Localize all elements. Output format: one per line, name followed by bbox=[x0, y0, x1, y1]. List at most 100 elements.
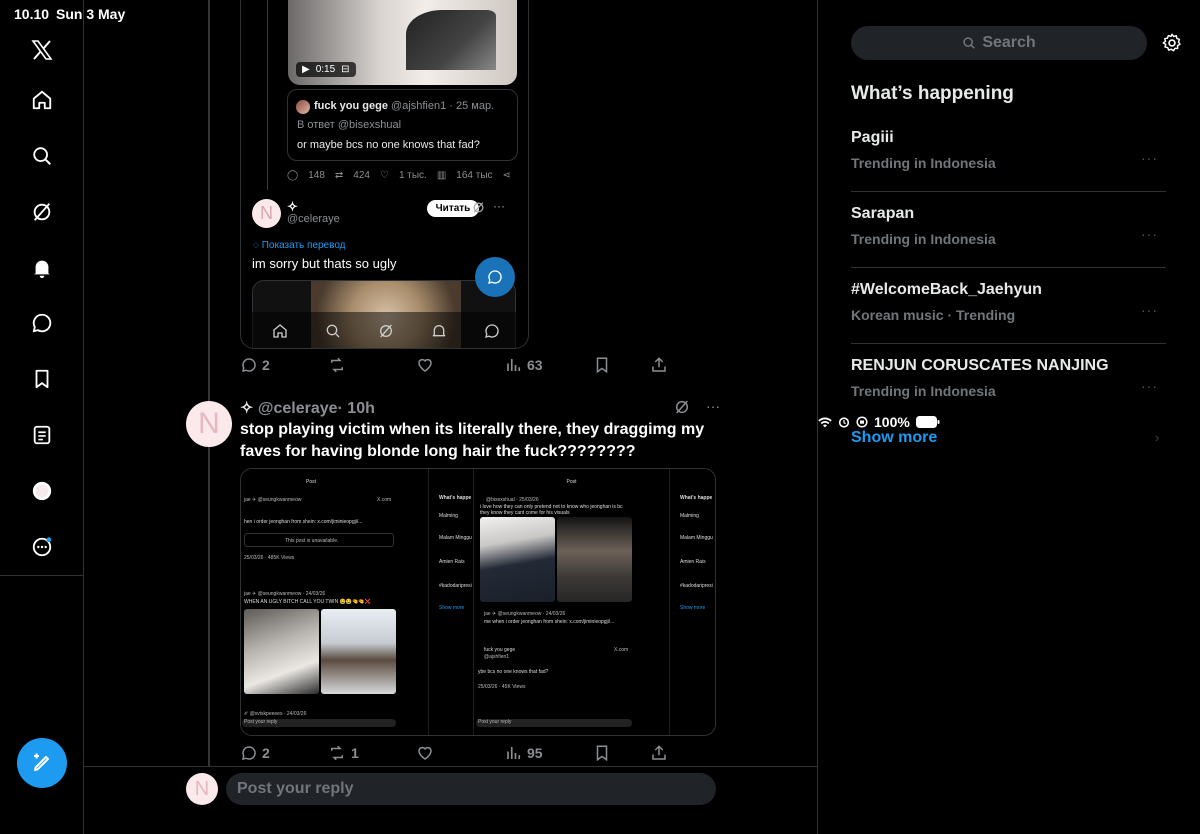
thread-line bbox=[208, 0, 210, 766]
bookmark-button[interactable] bbox=[593, 356, 611, 374]
nav-divider bbox=[0, 575, 84, 576]
profile-icon[interactable] bbox=[26, 475, 58, 507]
trend-item[interactable]: #WelcomeBack_Jaehyun Korean music · Tren… bbox=[851, 268, 1166, 344]
tweet2-media[interactable]: Post X.com jae ✈ @seungkwanmeow hen i or… bbox=[240, 468, 716, 736]
tweet2-time[interactable]: · 10h bbox=[338, 400, 375, 417]
media-shot-right: What's happe Malming Malam Minggu Amien … bbox=[670, 469, 715, 735]
repost-button[interactable]: 1 bbox=[327, 744, 359, 762]
reply-icon bbox=[241, 358, 256, 373]
inner-compose-fab bbox=[475, 257, 515, 297]
show-more-link[interactable]: Show more bbox=[851, 429, 937, 447]
media-photo bbox=[244, 609, 319, 694]
more-options-icon[interactable]: ··· bbox=[1141, 150, 1158, 166]
home-icon[interactable] bbox=[26, 84, 58, 116]
notifications-icon[interactable] bbox=[26, 252, 58, 284]
like-icon: ♡ bbox=[379, 170, 389, 181]
reply-icon: ◯ bbox=[287, 170, 299, 181]
gear-icon bbox=[1162, 33, 1181, 52]
compose-button[interactable] bbox=[17, 738, 67, 788]
avatar bbox=[296, 100, 310, 114]
media-shot-sidebar: What's happe Malming Malam Minggu Amien … bbox=[429, 469, 474, 735]
repost-icon: ⇄ bbox=[334, 170, 344, 181]
more-options-icon[interactable]: ··· bbox=[1141, 378, 1158, 394]
play-icon: ▶ bbox=[302, 64, 310, 75]
more-options-icon[interactable]: ··· bbox=[1141, 302, 1158, 318]
section-title: What’s happening bbox=[851, 83, 1014, 104]
reply-button[interactable]: 2 bbox=[240, 356, 270, 374]
grok-icon[interactable] bbox=[26, 196, 58, 228]
views-icon bbox=[507, 359, 521, 371]
chevron-right-icon: › bbox=[1155, 430, 1160, 445]
views-button[interactable]: 63 bbox=[505, 356, 543, 374]
repost-button[interactable] bbox=[327, 356, 351, 374]
grok-icon bbox=[473, 202, 484, 213]
inner-video: ▶ 0:15 ⊟ bbox=[288, 0, 517, 85]
x-logo-icon[interactable] bbox=[26, 34, 58, 66]
reply-divider bbox=[84, 766, 818, 767]
message-icon bbox=[488, 270, 502, 284]
inner-quote-card: fuck you gege @ajshfien1 · 25 мар. В отв… bbox=[287, 89, 518, 161]
left-nav bbox=[0, 0, 84, 834]
more-options-icon[interactable]: ··· bbox=[1141, 226, 1158, 242]
trend-item[interactable]: Pagiii Trending in Indonesia ··· bbox=[851, 116, 1166, 192]
share-button[interactable] bbox=[650, 356, 668, 374]
bookmarks-icon[interactable] bbox=[26, 363, 58, 395]
inner-thread-line bbox=[267, 0, 268, 190]
more-options-icon[interactable]: ··· bbox=[706, 399, 720, 415]
avatar[interactable]: N bbox=[186, 401, 232, 447]
lists-icon[interactable] bbox=[26, 419, 58, 451]
share-icon bbox=[652, 357, 666, 372]
search-input[interactable]: Search bbox=[851, 26, 1147, 60]
like-icon bbox=[418, 746, 432, 760]
main-timeline: ▶ 0:15 ⊟ fuck you gege @ajshfien1 · 25 м… bbox=[84, 0, 818, 834]
like-button[interactable] bbox=[416, 356, 438, 374]
tweet2-header-icons: ··· bbox=[674, 399, 720, 415]
video-duration: ▶ 0:15 ⊟ bbox=[296, 62, 356, 77]
media-shot-left: Post X.com jae ✈ @seungkwanmeow hen i or… bbox=[241, 469, 429, 735]
trend-item[interactable]: Sarapan Trending in Indonesia ··· bbox=[851, 192, 1166, 268]
like-icon bbox=[418, 358, 432, 372]
reply-input[interactable] bbox=[226, 773, 716, 805]
tweet1-image[interactable]: ▶ 0:15 ⊟ fuck you gege @ajshfien1 · 25 м… bbox=[240, 0, 529, 349]
captions-icon: ⊟ bbox=[341, 64, 350, 75]
media-photo bbox=[480, 517, 555, 602]
notifications-icon bbox=[432, 324, 445, 336]
inner-stats: ◯ 148 ⇄ 424 ♡ 1 тыс. ▥ 164 тыс ⋖ bbox=[287, 170, 511, 181]
home-icon bbox=[272, 323, 287, 338]
share-button[interactable] bbox=[650, 744, 668, 762]
views-button[interactable]: 95 bbox=[505, 744, 543, 762]
messages-icon[interactable] bbox=[26, 307, 58, 339]
compose-icon bbox=[34, 753, 49, 771]
bookmark-icon bbox=[596, 357, 608, 374]
media-shot-middle: Post @bisexshual · 25/03/26 i love how t… bbox=[474, 469, 670, 735]
share-icon: ⋖ bbox=[502, 170, 511, 181]
trend-item[interactable]: RENJUN CORUSCATES NANJING Trending in In… bbox=[851, 344, 1166, 420]
views-icon bbox=[507, 747, 521, 759]
more-icon[interactable] bbox=[26, 531, 58, 563]
tweet2-handle[interactable]: @celeraye bbox=[258, 400, 338, 417]
messages-icon bbox=[484, 323, 499, 338]
repost-icon bbox=[331, 745, 343, 761]
tweet2-display-name[interactable]: ✧ bbox=[240, 400, 253, 417]
bookmark-button[interactable] bbox=[593, 744, 611, 762]
media-photo bbox=[557, 517, 632, 602]
right-sidebar: Search What’s happening Pagiii Trending … bbox=[818, 0, 1200, 834]
share-icon bbox=[652, 745, 666, 760]
like-button[interactable] bbox=[416, 744, 438, 762]
grok-icon bbox=[379, 324, 392, 337]
inner-tab-bar bbox=[241, 312, 528, 348]
search-icon bbox=[326, 324, 339, 337]
views-icon: ▥ bbox=[436, 170, 447, 181]
settings-button[interactable] bbox=[1161, 32, 1183, 59]
tweet2-text: stop playing victim when its literally t… bbox=[240, 421, 705, 460]
repost-icon bbox=[331, 357, 343, 373]
inner-translate-link: ◌ Показать перевод bbox=[253, 240, 346, 251]
search-icon[interactable] bbox=[26, 140, 58, 172]
reply-icon bbox=[241, 746, 256, 761]
bookmark-icon bbox=[596, 745, 608, 762]
more-options-icon: ··· bbox=[493, 199, 505, 213]
tweet2-header: ✧ @celeraye· 10h bbox=[240, 398, 375, 418]
grok-icon[interactable] bbox=[674, 399, 690, 415]
reply-button[interactable]: 2 bbox=[240, 744, 270, 762]
avatar: N bbox=[252, 199, 281, 228]
